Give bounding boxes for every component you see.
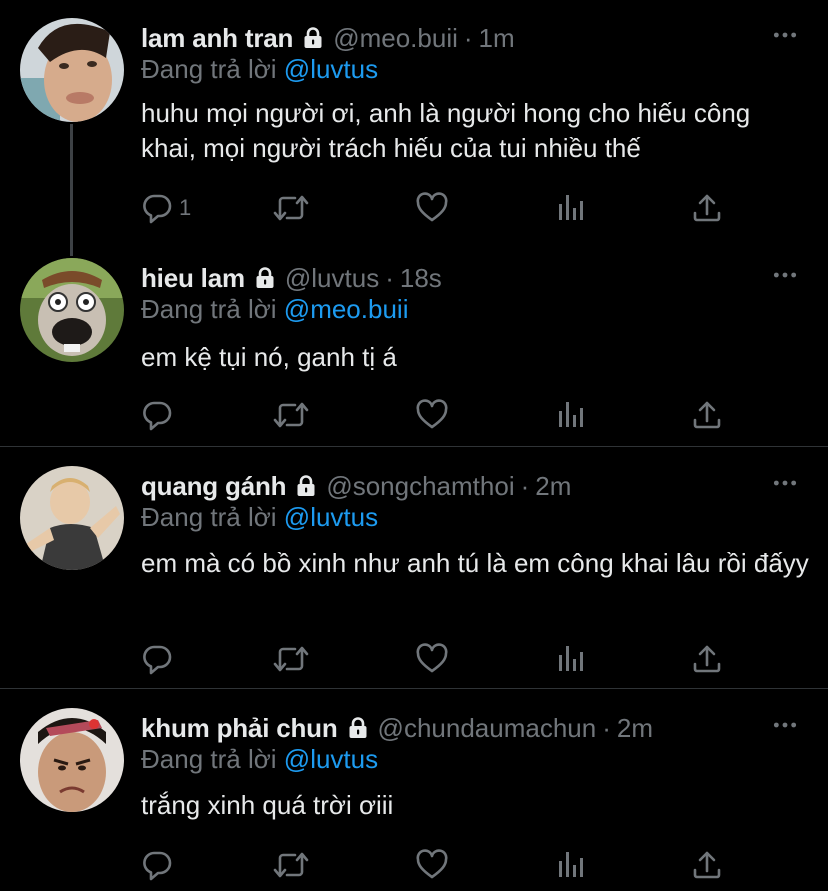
reply-icon	[141, 849, 173, 881]
display-name[interactable]: quang gánh	[141, 471, 287, 502]
share-icon	[691, 192, 723, 224]
analytics-button[interactable]	[555, 845, 587, 885]
avatar[interactable]	[20, 466, 124, 570]
timestamp[interactable]: 2m	[617, 713, 653, 744]
replying-to: Đang trả lời @luvtus	[141, 744, 378, 775]
tweet-header: khum phải chun @chundaumachun · 2m	[141, 708, 653, 748]
like-button[interactable]	[416, 188, 448, 228]
share-icon	[691, 399, 723, 431]
retweet-button[interactable]	[273, 845, 309, 885]
tweet[interactable]: hieu lam @luvtus · 18s Đang trả lời @meo…	[0, 258, 828, 444]
like-button[interactable]	[416, 639, 448, 679]
share-button[interactable]	[691, 845, 723, 885]
tweet[interactable]: lam anh tran @meo.buii · 1m Đang trả lời…	[0, 18, 828, 228]
username[interactable]: @chundaumachun	[378, 713, 597, 744]
share-button[interactable]	[691, 639, 723, 679]
avatar[interactable]	[20, 18, 124, 122]
reply-button[interactable]	[141, 845, 179, 885]
like-button[interactable]	[416, 845, 448, 885]
heart-icon	[416, 192, 448, 224]
reply-icon	[141, 399, 173, 431]
timestamp[interactable]: 18s	[400, 263, 442, 294]
separator: ·	[602, 712, 611, 743]
action-bar	[141, 395, 741, 435]
tweet-text: huhu mọi người ơi, anh là người hong cho…	[141, 98, 751, 163]
tweet-text: em kệ tụi nó, ganh tị á	[141, 342, 397, 372]
retweet-icon	[273, 399, 309, 431]
display-name[interactable]: khum phải chun	[141, 713, 338, 744]
retweet-icon	[273, 849, 309, 881]
reply-count: 1	[179, 195, 192, 220]
action-bar	[141, 845, 741, 885]
timestamp[interactable]: 2m	[535, 471, 571, 502]
lock-icon	[253, 266, 277, 290]
heart-icon	[416, 399, 448, 431]
avatar[interactable]	[20, 708, 124, 812]
username[interactable]: @luvtus	[285, 263, 379, 294]
retweet-button[interactable]	[273, 395, 309, 435]
replying-to-label: Đang trả lời	[141, 54, 277, 84]
divider	[0, 446, 828, 447]
username[interactable]: @meo.buii	[333, 23, 458, 54]
analytics-icon	[555, 399, 587, 431]
analytics-icon	[555, 643, 587, 675]
heart-icon	[416, 849, 448, 881]
divider	[0, 688, 828, 689]
share-button[interactable]	[691, 395, 723, 435]
tweet-header: lam anh tran @meo.buii · 1m	[141, 18, 515, 58]
share-icon	[691, 643, 723, 675]
reply-icon	[141, 192, 173, 224]
analytics-icon	[555, 192, 587, 224]
replying-to-mention[interactable]: @meo.buii	[284, 294, 409, 324]
retweet-button[interactable]	[273, 188, 309, 228]
replying-to-mention[interactable]: @luvtus	[284, 744, 378, 774]
reply-icon	[141, 643, 173, 675]
username[interactable]: @songchamthoi	[326, 471, 514, 502]
analytics-button[interactable]	[555, 188, 587, 228]
action-bar	[141, 639, 741, 679]
action-bar: 1	[141, 188, 741, 228]
display-name[interactable]: hieu lam	[141, 263, 245, 294]
share-icon	[691, 849, 723, 881]
heart-icon	[416, 643, 448, 675]
analytics-icon	[555, 849, 587, 881]
more-dots-icon[interactable]	[772, 270, 798, 280]
reply-button[interactable]	[141, 395, 179, 435]
replying-to-label: Đang trả lời	[141, 502, 277, 532]
replying-to-mention[interactable]: @luvtus	[284, 54, 378, 84]
tweet-text: em mà có bồ xinh như anh tú là em công k…	[141, 548, 809, 578]
replying-to-label: Đang trả lời	[141, 294, 277, 324]
tweet[interactable]: khum phải chun @chundaumachun · 2m Đang …	[0, 708, 828, 891]
replying-to: Đang trả lời @luvtus	[141, 502, 378, 533]
more-dots-icon[interactable]	[772, 478, 798, 488]
separator: ·	[385, 262, 394, 293]
replying-to: Đang trả lời @luvtus	[141, 54, 378, 85]
replying-to-mention[interactable]: @luvtus	[284, 502, 378, 532]
share-button[interactable]	[691, 188, 723, 228]
timestamp[interactable]: 1m	[479, 23, 515, 54]
separator: ·	[463, 22, 473, 53]
tweet-text: trắng xinh quá trời ơiii	[141, 790, 394, 820]
analytics-button[interactable]	[555, 395, 587, 435]
tweet-header: hieu lam @luvtus · 18s	[141, 258, 442, 298]
lock-icon	[294, 474, 318, 498]
retweet-icon	[273, 192, 309, 224]
replying-to: Đang trả lời @meo.buii	[141, 294, 408, 325]
lock-icon	[346, 716, 370, 740]
display-name[interactable]: lam anh tran	[141, 23, 293, 54]
retweet-icon	[273, 643, 309, 675]
separator: ·	[520, 470, 530, 501]
tweet-header: quang gánh @songchamthoi · 2m	[141, 466, 571, 506]
reply-button[interactable]: 1	[141, 188, 191, 228]
replying-to-label: Đang trả lời	[141, 744, 277, 774]
more-dots-icon[interactable]	[772, 720, 798, 730]
analytics-button[interactable]	[555, 639, 587, 679]
reply-button[interactable]	[141, 639, 179, 679]
like-button[interactable]	[416, 395, 448, 435]
tweet[interactable]: quang gánh @songchamthoi · 2m Đang trả l…	[0, 466, 828, 686]
avatar[interactable]	[20, 258, 124, 362]
more-dots-icon[interactable]	[772, 30, 798, 40]
retweet-button[interactable]	[273, 639, 309, 679]
lock-icon	[301, 26, 325, 50]
